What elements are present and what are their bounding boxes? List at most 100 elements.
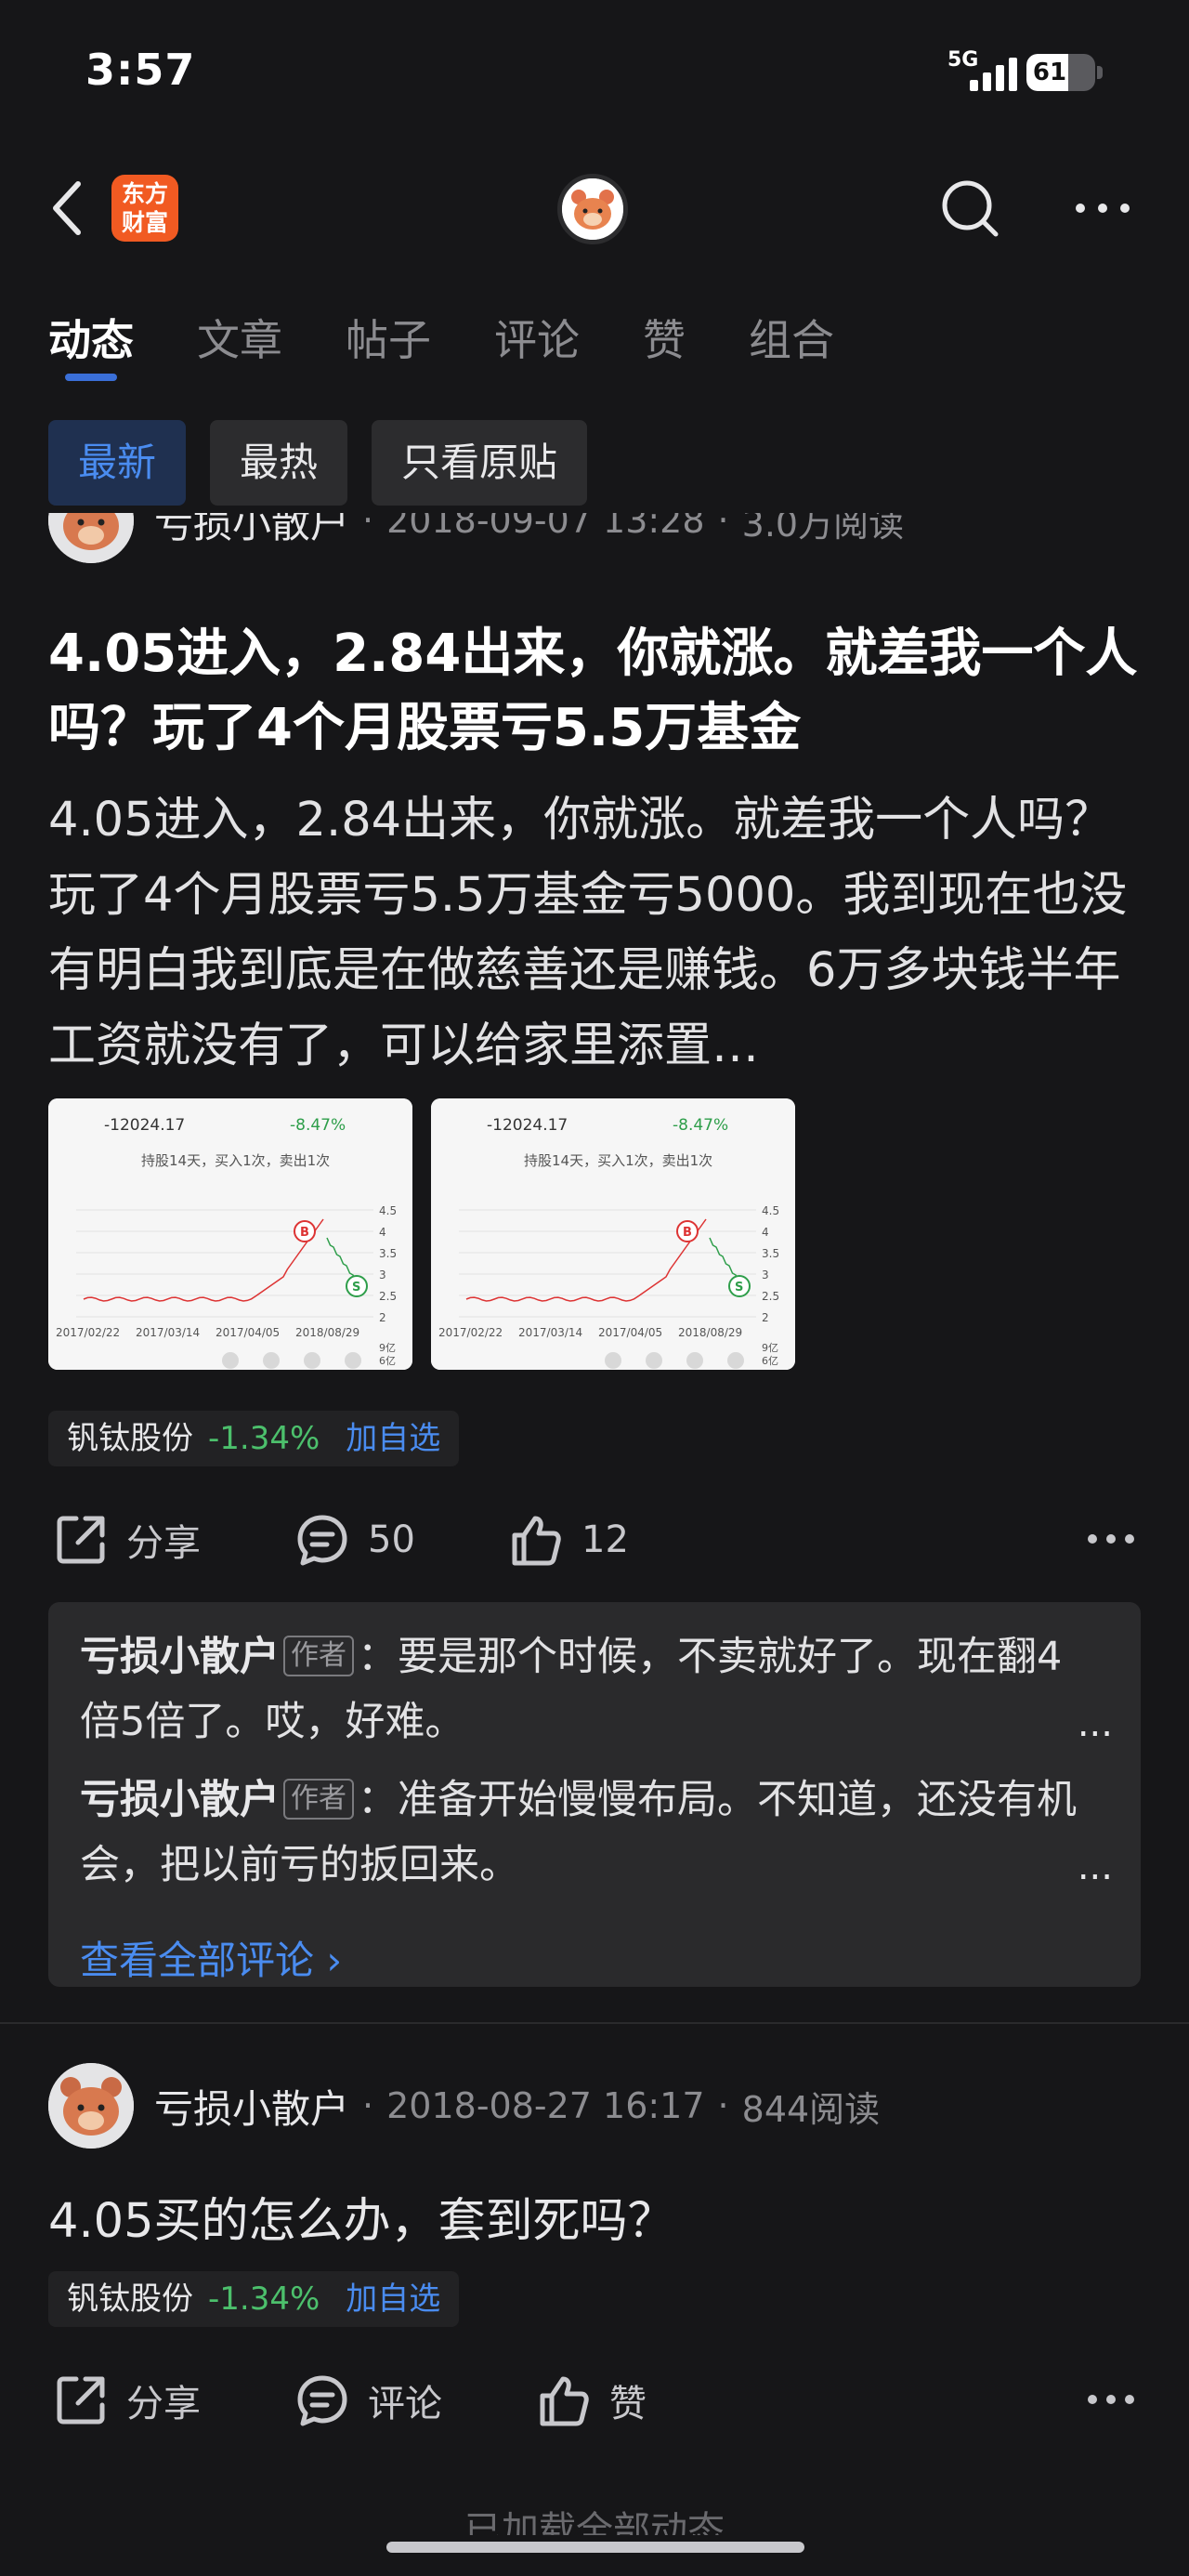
- add-watchlist-button[interactable]: 加自选: [346, 2271, 440, 2327]
- stock-name: 钒钛股份: [67, 1420, 193, 1457]
- comment-icon: [297, 2375, 347, 2426]
- battery-cap: [1097, 66, 1103, 79]
- post-title[interactable]: 4.05进入，2.84出来，你就涨。就差我一个人吗？玩了4个月股票亏5.5万基金: [48, 617, 1144, 766]
- thumb-date: 2017/02/22: [438, 1326, 503, 1339]
- comment-ellipsis: ...: [1077, 1846, 1113, 1888]
- thumb-caption: 持股14天，买入1次，卖出1次: [141, 1152, 330, 1169]
- post1-meta: 亏损小散户 · 2018-09-07 13:28 · 3.0万阅读: [48, 513, 904, 563]
- author-name[interactable]: 亏损小散户: [154, 2078, 349, 2135]
- comment-author[interactable]: 亏损小散户: [80, 1777, 280, 1823]
- post1-meta-clip: 亏损小散户 · 2018-09-07 13:28 · 3.0万阅读: [0, 513, 1189, 587]
- cellular-signal-icon: 5G: [946, 48, 1017, 91]
- thumb-date: 2018/08/29: [295, 1326, 359, 1339]
- post-more-icon[interactable]: [1087, 1533, 1135, 1544]
- battery-icon: 61: [1026, 54, 1095, 91]
- eastmoney-logo[interactable]: 东方 财富: [111, 175, 178, 242]
- tab-portfolios[interactable]: 组合: [749, 307, 834, 368]
- view-all-comments-link[interactable]: 查看全部评论 ›: [80, 1929, 342, 1986]
- share-button[interactable]: 分享: [54, 1513, 201, 1567]
- more-icon[interactable]: [1075, 203, 1130, 214]
- active-tab-indicator: [65, 374, 117, 381]
- post-body[interactable]: 4.05进入，2.84出来，你就涨。就差我一个人吗？玩了4个月股票亏5.5万基金…: [48, 782, 1144, 1084]
- filter-hottest[interactable]: 最热: [210, 420, 348, 506]
- svg-text:B: B: [300, 1226, 309, 1240]
- stock-tag[interactable]: 钒钛股份 -1.34% 加自选: [48, 2271, 460, 2327]
- thumb-ytick: 4: [379, 1226, 386, 1239]
- add-watchlist-button[interactable]: 加自选: [346, 1411, 440, 1466]
- stock-change: -1.34%: [208, 1420, 320, 1457]
- back-arrow-icon[interactable]: [48, 178, 85, 238]
- author-avatar[interactable]: [48, 2063, 134, 2149]
- thumb-return: -8.47%: [290, 1116, 346, 1135]
- filter-original-only[interactable]: 只看原贴: [372, 420, 588, 506]
- tab-articles[interactable]: 文章: [197, 307, 282, 368]
- filter-bar: 最新 最热 只看原贴: [48, 420, 588, 506]
- tab-likes[interactable]: 赞: [643, 307, 686, 368]
- comment-button[interactable]: 评论: [295, 2373, 442, 2427]
- tab-comments[interactable]: 评论: [494, 307, 580, 368]
- svg-text:S: S: [352, 1281, 360, 1295]
- like-button[interactable]: 12: [509, 1513, 629, 1567]
- thumb-ytick: 2: [762, 1311, 769, 1324]
- svg-text:S: S: [735, 1281, 743, 1295]
- thumb-volume-label: 6亿: [762, 1355, 778, 1367]
- thumb-volume-label: 9亿: [762, 1342, 778, 1354]
- author-avatar[interactable]: [48, 513, 134, 563]
- stock-tag[interactable]: 钒钛股份 -1.34% 加自选: [48, 1411, 460, 1466]
- comment-button[interactable]: 50: [295, 1513, 415, 1567]
- comment-preview: 亏损小散户 作者 ：要是那个时候，不卖就好了。现在翻4倍5倍了。哎，好难。 ... …: [48, 1602, 1141, 1987]
- author-badge: 作者: [283, 1636, 354, 1676]
- thumb-volume-label: 9亿: [379, 1342, 396, 1354]
- thumb-ytick: 3.5: [762, 1247, 779, 1260]
- read-count: 844阅读: [741, 2088, 881, 2130]
- filter-latest[interactable]: 最新: [48, 420, 187, 506]
- comment-item[interactable]: 亏损小散户 作者 ：准备开始慢慢布局。不知道，还没有机会，把以前亏的扳回来。: [80, 1768, 1102, 1898]
- author-name[interactable]: 亏损小散户: [154, 513, 349, 549]
- post-content[interactable]: 4.05买的怎么办，套到死吗？: [48, 2182, 675, 2251]
- share-icon: [57, 2376, 105, 2425]
- tab-posts[interactable]: 帖子: [346, 307, 431, 368]
- share-icon: [57, 1516, 105, 1564]
- thumb-ytick: 2: [379, 1311, 386, 1324]
- tab-dynamics[interactable]: 动态: [48, 307, 134, 368]
- profile-tabs: 动态 文章 帖子 评论 赞 组合: [48, 307, 897, 368]
- post-date: 2018-09-07 13:28: [386, 513, 705, 541]
- thumb-ytick: 2.5: [379, 1290, 397, 1303]
- like-count: 12: [581, 1518, 629, 1561]
- comment-author[interactable]: 亏损小散户: [80, 1634, 280, 1680]
- thumb-return: -8.47%: [673, 1116, 728, 1135]
- thumb-date: 2017/03/14: [136, 1326, 200, 1339]
- thumb-ytick: 4.5: [762, 1204, 779, 1217]
- thumbs-up-icon: [540, 2376, 589, 2426]
- stock-name: 钒钛股份: [67, 2280, 193, 2318]
- thumb-ytick: 3: [762, 1268, 769, 1281]
- post-image-1[interactable]: -12024.17 -8.47% 持股14天，买入1次，卖出1次 4.5 4 3.5 3 2.…: [48, 1098, 412, 1370]
- svg-text:B: B: [683, 1226, 692, 1240]
- thumb-ytick: 2.5: [762, 1290, 779, 1303]
- like-button[interactable]: 赞: [537, 2373, 647, 2427]
- post-divider: [0, 2022, 1189, 2024]
- thumb-ytick: 3: [379, 1268, 386, 1281]
- share-label: 分享: [126, 1522, 201, 1565]
- post-date: 2018-08-27 16:17: [386, 2085, 705, 2126]
- share-button[interactable]: 分享: [54, 2373, 201, 2427]
- thumb-volume-label: 6亿: [379, 1355, 396, 1367]
- author-badge: 作者: [283, 1779, 354, 1820]
- battery-level: 61: [1032, 59, 1067, 86]
- thumb-ytick: 4: [762, 1226, 769, 1239]
- thumbs-up-icon: [512, 1516, 561, 1566]
- comment-icon: [297, 1515, 347, 1566]
- status-time: 3:57: [85, 45, 196, 95]
- thumb-date: 2018/08/29: [678, 1326, 742, 1339]
- thumb-caption: 持股14天，买入1次，卖出1次: [524, 1152, 712, 1169]
- post-more-icon[interactable]: [1087, 2394, 1135, 2405]
- comment-item[interactable]: 亏损小散户 作者 ：要是那个时候，不卖就好了。现在翻4倍5倍了。哎，好难。: [80, 1624, 1102, 1755]
- post-image-2[interactable]: -12024.17 -8.47% 持股14天，买入1次，卖出1次 4.5 4 3.5 3 2.…: [431, 1098, 795, 1370]
- home-indicator[interactable]: [386, 2542, 804, 2553]
- post2-meta: 亏损小散户 · 2018-08-27 16:17 · 844阅读: [48, 2063, 880, 2149]
- like-label: 赞: [609, 2383, 647, 2425]
- thumb-ytick: 3.5: [379, 1247, 397, 1260]
- search-icon[interactable]: [938, 177, 1001, 240]
- profile-avatar[interactable]: [557, 174, 628, 244]
- comment-label: 评论: [368, 2383, 442, 2425]
